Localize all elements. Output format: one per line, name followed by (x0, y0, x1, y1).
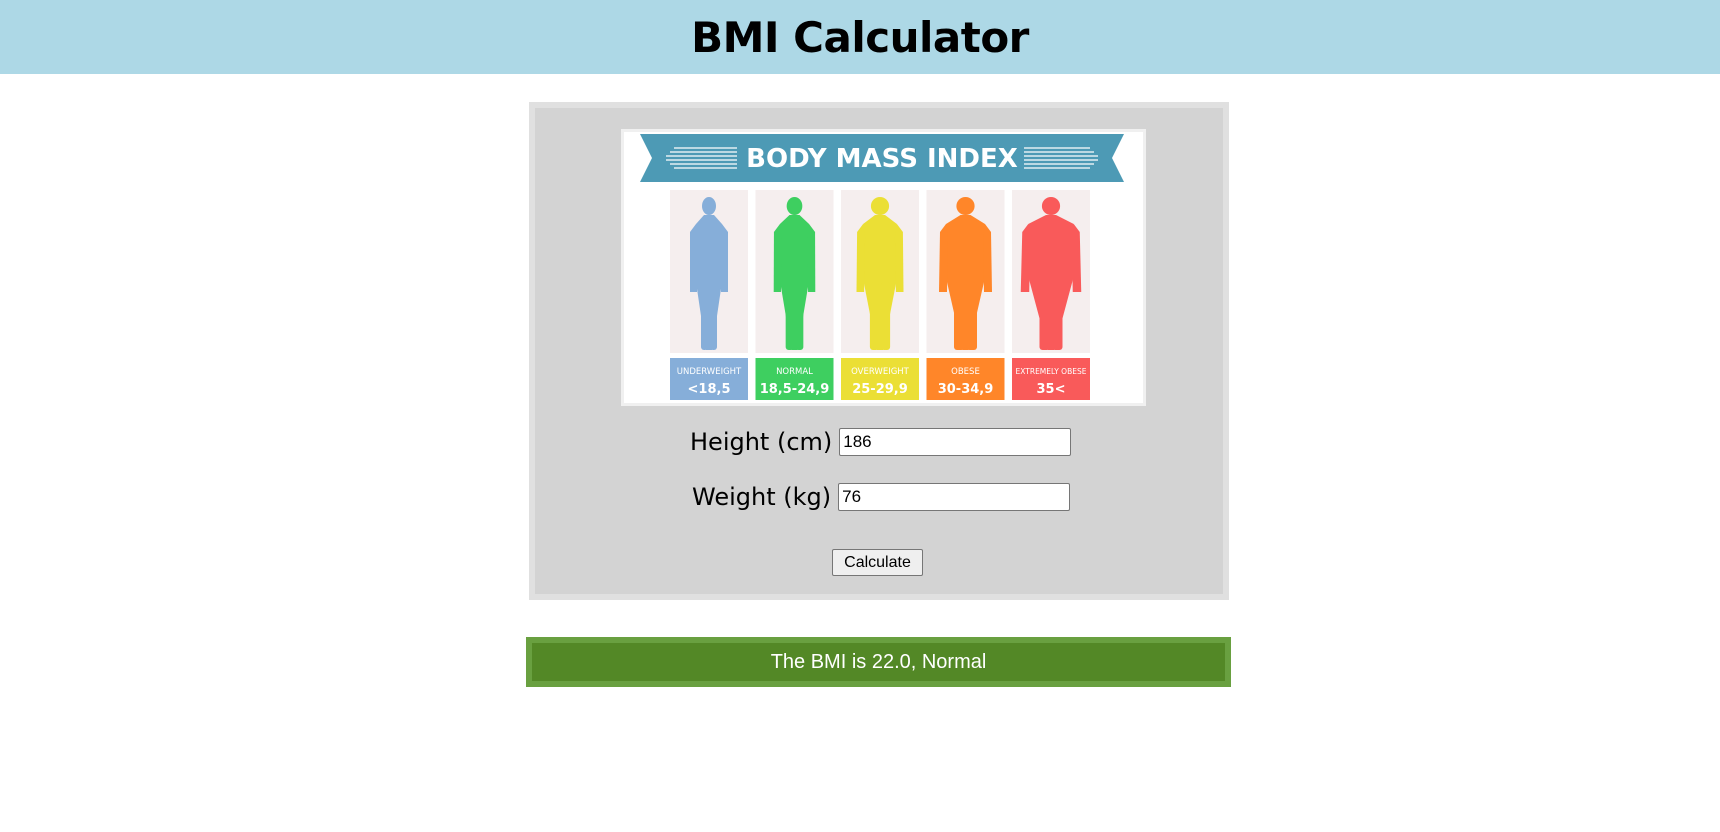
category-name: NORMAL (776, 367, 813, 377)
weight-input[interactable] (838, 483, 1071, 511)
category-range: <18,5 (688, 382, 731, 397)
weight-label: Weight (kg) (692, 483, 832, 511)
category-range: 35< (1037, 382, 1066, 397)
category-range: 25-29,9 (852, 382, 908, 397)
bmi-category-overweight: OVERWEIGHT 25-29,9 (841, 190, 919, 400)
page-header: BMI Calculator (0, 0, 1720, 74)
bmi-category-normal: NORMAL 18,5-24,9 (755, 190, 834, 400)
weight-row: Weight (kg) (692, 483, 1071, 511)
calculator-card: BODY MASS INDEX UNDERWEIGHT <18,5 NORMAL 18… (529, 102, 1229, 600)
category-name: EXTREMELY OBESE (1016, 367, 1087, 376)
bmi-infographic: BODY MASS INDEX UNDERWEIGHT <18,5 NORMAL 18… (621, 129, 1146, 406)
category-name: OBESE (951, 367, 980, 377)
bmi-infographic-svg: BODY MASS INDEX UNDERWEIGHT <18,5 NORMAL 18… (640, 134, 1124, 400)
infographic-title: BODY MASS INDEX (746, 144, 1018, 174)
height-row: Height (cm) (690, 428, 1072, 456)
height-label: Height (cm) (690, 428, 833, 456)
bmi-category-underweight: UNDERWEIGHT <18,5 (670, 190, 748, 400)
body-figures: UNDERWEIGHT <18,5 NORMAL 18,5-24,9 OVERWEIGH… (670, 190, 1090, 400)
calculate-button[interactable]: Calculate (832, 549, 923, 576)
result-text: The BMI is 22.0, Normal (532, 643, 1225, 681)
category-name: UNDERWEIGHT (677, 367, 742, 377)
category-name: OVERWEIGHT (851, 367, 910, 377)
category-range: 30-34,9 (938, 382, 994, 397)
category-range: 18,5-24,9 (760, 382, 830, 397)
calculator-card-inner: BODY MASS INDEX UNDERWEIGHT <18,5 NORMAL 18… (535, 108, 1223, 594)
bmi-category-obese: OBESE 30-34,9 (926, 190, 1005, 400)
height-input[interactable] (839, 428, 1072, 456)
page-title: BMI Calculator (691, 12, 1029, 62)
result-box: The BMI is 22.0, Normal (526, 637, 1231, 687)
bmi-category-extremely-obese: EXTREMELY OBESE 35< (1012, 190, 1090, 400)
